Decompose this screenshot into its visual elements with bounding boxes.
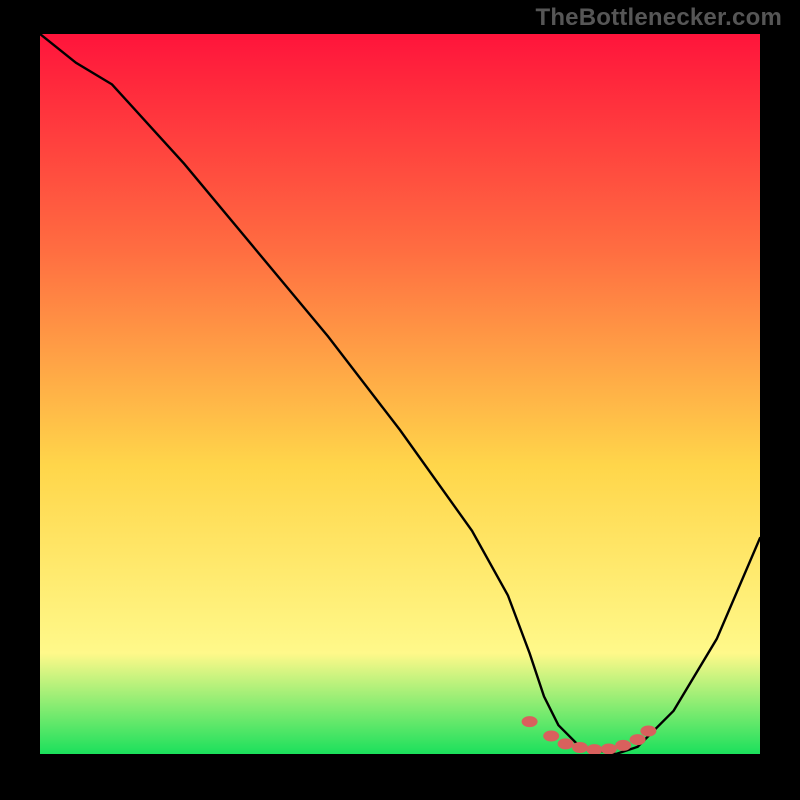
plot-svg: [40, 34, 760, 754]
trough-marker: [630, 734, 646, 745]
gradient-background: [40, 34, 760, 754]
plot-area: [40, 34, 760, 754]
trough-marker: [543, 731, 559, 742]
trough-marker: [601, 743, 617, 754]
chart-frame: TheBottlenecker.com: [0, 0, 800, 800]
trough-marker: [615, 740, 631, 751]
trough-marker: [640, 725, 656, 736]
trough-marker: [572, 742, 588, 753]
trough-marker: [558, 738, 574, 749]
watermark-label: TheBottlenecker.com: [535, 4, 782, 32]
trough-marker: [522, 716, 538, 727]
